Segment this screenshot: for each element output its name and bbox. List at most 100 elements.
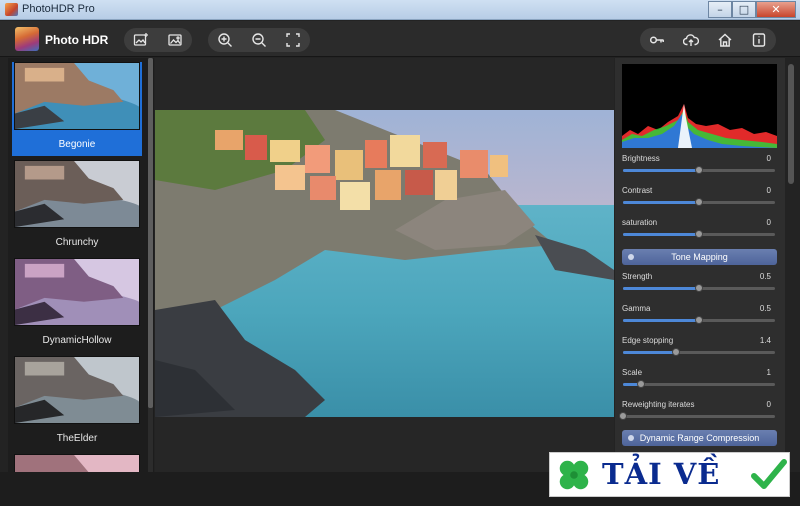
slider-handle[interactable]: [619, 412, 627, 420]
param-slider[interactable]: [623, 166, 775, 174]
preset-thumbnail: [14, 356, 140, 424]
upload-button[interactable]: [674, 28, 708, 52]
param-slider[interactable]: [623, 284, 775, 292]
zoom-tools-group: [208, 28, 310, 52]
param-value: 0.5: [759, 272, 771, 281]
preset-item-partial[interactable]: [12, 454, 142, 472]
slider-handle[interactable]: [695, 316, 703, 324]
app-tools-group: [640, 28, 776, 52]
fit-screen-icon: [286, 33, 300, 47]
param-label: Brightness: [622, 154, 660, 163]
dynamic-range-section[interactable]: Dynamic Range Compression: [622, 430, 777, 446]
photohdr-logo: [15, 27, 39, 51]
license-button[interactable]: [640, 28, 674, 52]
window-controls: – □ ✕: [708, 1, 796, 18]
slider-handle[interactable]: [695, 198, 703, 206]
tone-mapping-section[interactable]: Tone Mapping: [622, 249, 777, 265]
param-slider[interactable]: [623, 230, 775, 238]
zoom-out-button[interactable]: [242, 28, 276, 52]
image-tools-group: [124, 28, 192, 52]
preset-item-dynamichollow[interactable]: DynamicHollow: [12, 258, 142, 352]
param-label: Strength: [622, 272, 653, 281]
image-canvas[interactable]: [155, 58, 614, 472]
param-value: 0: [766, 400, 771, 409]
slider-handle[interactable]: [672, 348, 681, 356]
fit-screen-button[interactable]: [276, 28, 310, 52]
param-slider[interactable]: [623, 348, 775, 356]
info-icon: [752, 33, 766, 47]
preset-item-theelder[interactable]: TheElder: [12, 356, 142, 450]
preset-item-begonie[interactable]: Begonie: [12, 62, 142, 156]
key-icon: [649, 36, 664, 44]
watermark-text: TẢI VỀ: [602, 457, 721, 491]
slider-fill: [623, 169, 699, 172]
param-reweighting-iterates: Reweighting iterates 0: [619, 400, 777, 430]
preset-item-chrunchy[interactable]: Chrunchy: [12, 160, 142, 254]
param-slider[interactable]: [623, 316, 775, 324]
photo-preview: [155, 110, 614, 417]
slider-handle[interactable]: [637, 380, 646, 388]
param-contrast: Contrast 0: [622, 186, 777, 216]
preset-label: Begonie: [58, 139, 96, 150]
param-slider[interactable]: [623, 198, 775, 206]
param-value: 0: [766, 218, 771, 227]
preset-label: Chrunchy: [55, 237, 99, 248]
image-icon: [168, 34, 182, 46]
param-strength: Strength 0.5: [622, 272, 777, 302]
add-image-button[interactable]: [124, 28, 158, 52]
title-bar: PhotoHDR Pro – □ ✕: [0, 0, 800, 20]
param-value: 0: [766, 186, 771, 195]
cloud-upload-icon: [683, 34, 699, 46]
clover-icon: [559, 460, 589, 490]
adjustments-panel: Brightness 0 Contrast 0 saturation 0 Tone Map…: [615, 58, 785, 472]
panel-scrollbar[interactable]: [787, 58, 795, 472]
param-value: 1: [766, 368, 771, 377]
toolbar: Photo HDR: [0, 21, 800, 57]
app-icon: [5, 3, 18, 16]
zoom-out-icon: [252, 33, 266, 47]
param-label: Contrast: [622, 186, 653, 195]
preset-label: DynamicHollow: [42, 335, 112, 346]
minimize-button[interactable]: –: [708, 1, 732, 18]
param-slider[interactable]: [623, 380, 775, 388]
scroll-thumb[interactable]: [148, 58, 153, 408]
slider-fill: [623, 287, 699, 290]
slider-fill: [623, 233, 699, 236]
histogram: [622, 64, 777, 148]
param-value: 0: [766, 154, 771, 163]
param-value: 0.5: [759, 304, 771, 313]
section-title: Tone Mapping: [671, 252, 728, 262]
param-gamma: Gamma 0.5: [622, 304, 777, 334]
preset-thumbnail: [14, 454, 140, 472]
close-button[interactable]: ✕: [756, 1, 796, 18]
slider-handle[interactable]: [695, 166, 703, 174]
preset-thumbnail: [14, 160, 140, 228]
slider-fill: [623, 351, 677, 354]
slider-handle[interactable]: [695, 284, 703, 292]
param-slider[interactable]: [619, 412, 775, 420]
scroll-thumb[interactable]: [788, 64, 794, 184]
maximize-button[interactable]: □: [732, 1, 756, 18]
zoom-in-icon: [218, 33, 232, 47]
preset-thumbnail: [14, 62, 140, 130]
param-label: saturation: [622, 218, 658, 227]
app-window: PhotoHDR Pro – □ ✕ Photo HDR Begonie Chr…: [0, 0, 800, 506]
home-button[interactable]: [708, 28, 742, 52]
checkmark-icon: [751, 459, 787, 489]
param-value: 1.4: [759, 336, 771, 345]
zoom-in-button[interactable]: [208, 28, 242, 52]
preset-list[interactable]: Begonie Chrunchy DynamicHollow TheElder: [8, 58, 154, 472]
home-icon: [718, 33, 732, 47]
preset-scrollbar[interactable]: [148, 58, 153, 472]
param-saturation: saturation 0: [622, 218, 777, 248]
slider-handle[interactable]: [695, 230, 703, 238]
histogram-graph: [622, 104, 777, 148]
preset-thumbnail: [14, 258, 140, 326]
window-title: PhotoHDR Pro: [22, 3, 95, 15]
open-image-button[interactable]: [158, 28, 192, 52]
add-image-icon: [133, 33, 148, 46]
slider-fill: [623, 201, 699, 204]
info-button[interactable]: [742, 28, 776, 52]
preset-label: TheElder: [56, 433, 98, 444]
param-scale: Scale 1: [622, 368, 777, 398]
